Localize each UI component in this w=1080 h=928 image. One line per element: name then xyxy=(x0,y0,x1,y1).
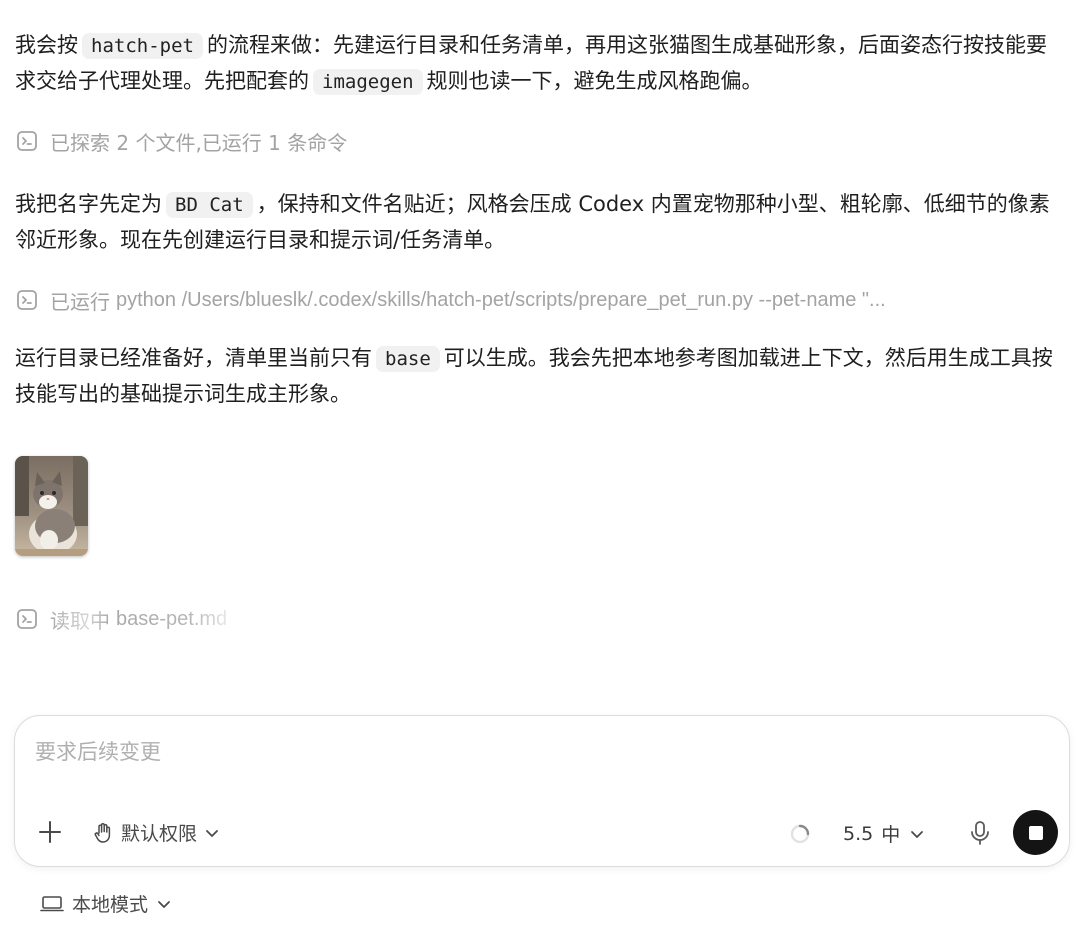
stop-button[interactable] xyxy=(1013,810,1058,855)
terminal-icon xyxy=(17,290,37,310)
model-selector[interactable]: 5.5 中 xyxy=(843,820,924,847)
model-version: 5.5 xyxy=(843,822,874,845)
message-text: 规则也读一下，避免生成风格跑偏。 xyxy=(426,69,763,93)
terminal-icon xyxy=(17,131,37,151)
activity-label: 已探索 2 个文件,已运行 1 条命令 xyxy=(50,130,348,155)
message-text: 我会按 xyxy=(15,33,78,57)
activity-summary-explored[interactable]: 已探索 2 个文件,已运行 1 条命令 xyxy=(16,124,1066,158)
cat-photo xyxy=(15,456,88,556)
assistant-message-1: 我会按 hatch-pet 的流程来做：先建运行目录和任务清单，再用这张猫图生成基础… xyxy=(15,28,1065,100)
activity-summary-reading[interactable]: 读取中 base-pet.md xyxy=(16,602,1066,636)
loading-spinner-icon xyxy=(790,824,810,844)
chevron-down-icon xyxy=(158,900,170,908)
laptop-icon xyxy=(40,895,64,911)
plus-icon[interactable] xyxy=(37,819,63,845)
mode-selector[interactable]: 本地模式 xyxy=(40,890,171,917)
assistant-message-2: 我把名字先定为 BD Cat ，保持和文件名贴近；风格会压成 Codex 内置宠物那… xyxy=(15,187,1065,258)
assistant-message-3: 运行目录已经准备好，清单里当前只有 base 可以生成。我会先把本地参考图加载进上下… xyxy=(15,341,1065,412)
reasoning-effort: 中 xyxy=(881,824,901,846)
chevron-down-icon xyxy=(206,829,218,837)
inline-code: hatch-pet xyxy=(82,33,203,59)
chevron-down-icon xyxy=(911,830,924,838)
stop-icon xyxy=(1028,825,1043,840)
inline-code: BD Cat xyxy=(166,192,253,218)
mode-label: 本地模式 xyxy=(72,894,149,916)
activity-label: 已运行 xyxy=(50,289,110,314)
hand-icon xyxy=(94,822,111,843)
file-name: base-pet.md xyxy=(116,607,228,630)
microphone-icon[interactable] xyxy=(968,820,992,846)
inline-code: imagegen xyxy=(313,69,423,95)
permission-label: 默认权限 xyxy=(121,823,198,845)
inline-code: base xyxy=(376,346,440,372)
command-text: python /Users/blueslk/.codex/skills/hatc… xyxy=(116,288,886,311)
terminal-icon xyxy=(17,609,37,629)
permission-selector[interactable]: 默认权限 xyxy=(93,819,227,846)
message-text: 我把名字先定为 xyxy=(15,192,162,216)
composer: 要求后续变更 默认权限 5.5 中 xyxy=(14,715,1070,867)
cat-image-thumbnail[interactable] xyxy=(15,456,88,556)
activity-summary-ran-command[interactable]: 已运行 python /Users/blueslk/.codex/skills/… xyxy=(16,283,1066,317)
prompt-input[interactable]: 要求后续变更 xyxy=(35,736,161,766)
activity-label: 读取中 xyxy=(50,605,110,634)
message-text: 运行目录已经准备好，清单里当前只有 xyxy=(15,346,372,370)
